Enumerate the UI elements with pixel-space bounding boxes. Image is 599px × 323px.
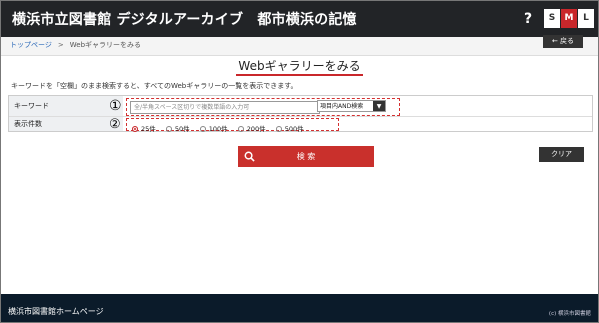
footer: 横浜市図書館ホームページ (c) 横浜市図書館 bbox=[1, 294, 598, 322]
page-title-text: Webギャラリーをみる bbox=[236, 59, 363, 76]
count-radio-group: 25件 50件 100件 200件 500件 bbox=[132, 123, 312, 133]
count-radio-25[interactable]: 25件 bbox=[132, 123, 156, 133]
search-button-label: 検 索 bbox=[296, 152, 316, 161]
footer-home-link[interactable]: 横浜市図書館ホームページ bbox=[8, 306, 104, 317]
count-option-label: 200件 bbox=[246, 125, 266, 133]
count-radio-100[interactable]: 100件 bbox=[199, 123, 228, 133]
font-size-medium-button[interactable]: M bbox=[561, 9, 577, 28]
count-radio-500[interactable]: 500件 bbox=[275, 123, 304, 133]
radio-icon bbox=[199, 126, 206, 132]
search-icon bbox=[244, 151, 255, 162]
breadcrumb: トップページ > Webギャラリーをみる bbox=[10, 40, 141, 50]
count-option-label: 100件 bbox=[208, 125, 228, 133]
help-icon[interactable]: ? bbox=[518, 10, 538, 28]
search-mode-value: 項目内AND検索 bbox=[320, 103, 364, 110]
annotation-marker-2: ② bbox=[109, 117, 121, 132]
keyword-input[interactable]: 全/半角スペース区切りで複数単語の入力可 bbox=[130, 101, 320, 114]
count-label: 表示件数 bbox=[9, 117, 123, 131]
radio-selected-icon bbox=[132, 126, 138, 132]
radio-icon bbox=[237, 126, 244, 132]
site-title[interactable]: 横浜市立図書館 デジタルアーカイブ 都市横浜の記憶 bbox=[12, 9, 357, 29]
page-frame: 横浜市立図書館 デジタルアーカイブ 都市横浜の記憶 ? S M L トップページ… bbox=[0, 0, 599, 323]
header-bar: 横浜市立図書館 デジタルアーカイブ 都市横浜の記憶 ? S M L bbox=[1, 1, 598, 37]
radio-icon bbox=[165, 126, 172, 132]
back-arrow-icon: ← bbox=[551, 37, 558, 45]
clear-button[interactable]: クリア bbox=[539, 147, 584, 162]
breadcrumb-separator: > bbox=[57, 41, 64, 49]
back-button[interactable]: ← 戻る bbox=[543, 35, 583, 48]
back-button-label: 戻る bbox=[560, 37, 575, 45]
breadcrumb-home-link[interactable]: トップページ bbox=[10, 41, 52, 49]
search-button[interactable]: 検 索 bbox=[238, 146, 374, 167]
chevron-down-icon: ▼ bbox=[373, 101, 385, 111]
count-option-label: 50件 bbox=[174, 125, 190, 133]
page-title: Webギャラリーをみる bbox=[1, 57, 598, 76]
footer-copyright: (c) 横浜市図書館 bbox=[548, 311, 591, 317]
count-radio-200[interactable]: 200件 bbox=[237, 123, 266, 133]
radio-icon bbox=[275, 126, 282, 132]
annotation-marker-1: ① bbox=[109, 98, 122, 114]
font-size-small-button[interactable]: S bbox=[544, 9, 560, 28]
count-option-label: 500件 bbox=[284, 125, 304, 133]
count-option-label: 25件 bbox=[141, 125, 156, 133]
breadcrumb-current: Webギャラリーをみる bbox=[69, 41, 142, 49]
intro-text: キーワードを「空欄」のまま検索すると、すべてのWebギャラリーの一覧を表示できま… bbox=[11, 82, 298, 90]
keyword-label: キーワード bbox=[9, 96, 123, 116]
breadcrumb-bar: トップページ > Webギャラリーをみる bbox=[1, 37, 598, 56]
font-size-large-button[interactable]: L bbox=[578, 9, 594, 28]
search-mode-select[interactable]: 項目内AND検索 ▼ bbox=[317, 100, 386, 112]
count-radio-50[interactable]: 50件 bbox=[165, 123, 190, 133]
